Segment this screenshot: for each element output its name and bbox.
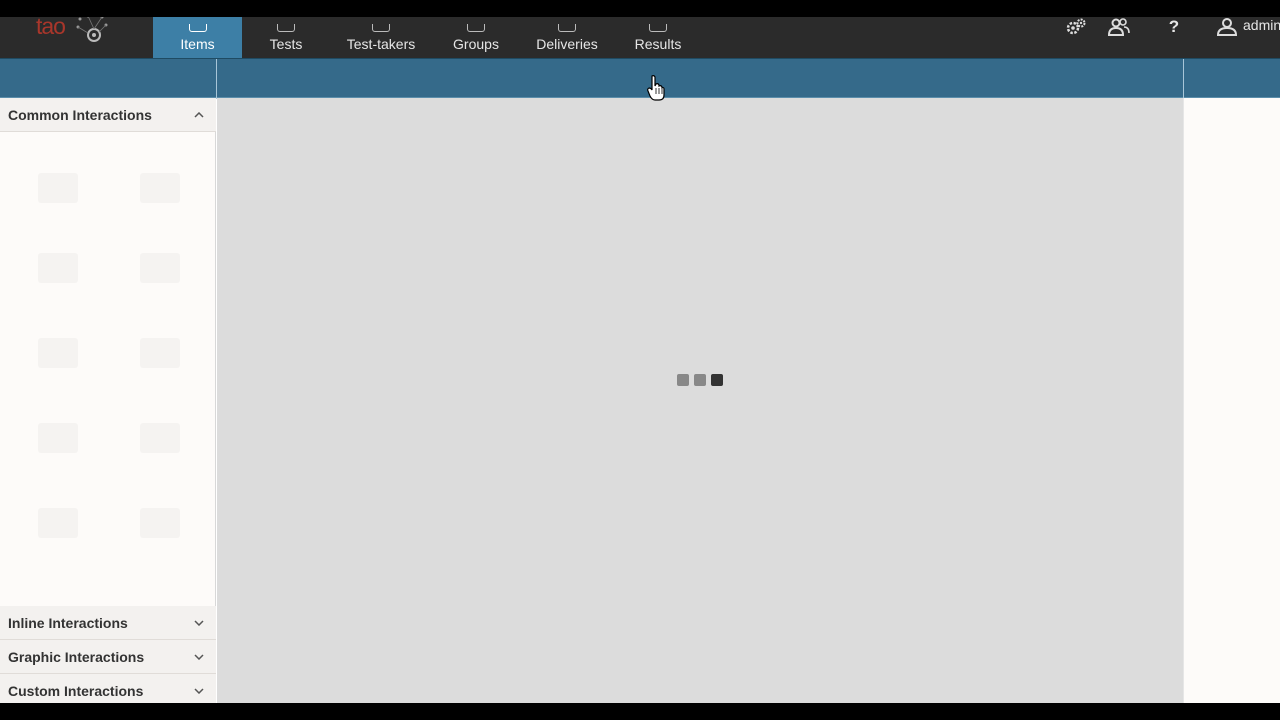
interaction-placeholder [140, 173, 180, 203]
app-window: tao Items Tests Test-takers Groups Deliv… [0, 17, 1280, 703]
chevron-down-icon [192, 650, 206, 664]
properties-panel [1183, 98, 1280, 703]
chevron-down-icon [192, 616, 206, 630]
chevron-up-icon [192, 108, 206, 122]
user-name-label[interactable]: admin [1243, 17, 1280, 33]
panel-inline-interactions[interactable]: Inline Interactions [0, 606, 216, 640]
panel-custom-interactions-label: Custom Interactions [8, 682, 144, 699]
help-button[interactable]: ? [1162, 17, 1186, 37]
interaction-placeholder [140, 253, 180, 283]
main-nav: Items Tests Test-takers Groups Deliverie… [153, 17, 702, 58]
panel-graphic-interactions-label: Graphic Interactions [8, 648, 145, 665]
nav-deliveries-label: Deliveries [536, 36, 598, 52]
panel-custom-interactions[interactable]: Custom Interactions [0, 674, 216, 703]
nav-deliveries[interactable]: Deliveries [520, 17, 614, 58]
items-icon [188, 24, 207, 32]
interaction-placeholder [38, 253, 78, 283]
interaction-placeholder [140, 423, 180, 453]
nav-test-takers-label: Test-takers [346, 36, 416, 52]
chevron-down-icon [192, 684, 206, 698]
nav-tests[interactable]: Tests [242, 17, 330, 58]
nav-tests-label: Tests [269, 36, 303, 52]
toolbar-divider-right [1183, 59, 1184, 99]
panel-common-interactions-label: Common Interactions [8, 106, 152, 123]
toolbar-divider-left [216, 59, 217, 99]
nav-results[interactable]: Results [614, 17, 702, 58]
interaction-placeholder [140, 338, 180, 368]
item-editor-toolbar [0, 58, 1280, 99]
nav-results-label: Results [634, 36, 682, 52]
loading-dot [694, 374, 706, 386]
panel-inline-interactions-label: Inline Interactions [8, 614, 128, 631]
interaction-placeholder [38, 338, 78, 368]
nav-items-label: Items [180, 36, 215, 52]
interactions-sidebar: Common Interactions Inline Interactions … [0, 98, 216, 703]
loading-dot [711, 374, 723, 386]
nav-items[interactable]: Items [153, 17, 242, 58]
panel-common-interactions[interactable]: Common Interactions [0, 98, 216, 132]
users-icon [1108, 18, 1130, 36]
interaction-placeholder [38, 173, 78, 203]
help-icon: ? [1168, 17, 1180, 36]
gears-icon [1066, 18, 1086, 35]
item-editor-canvas[interactable] [217, 98, 1183, 703]
interaction-placeholder [38, 508, 78, 538]
deliveries-icon [558, 24, 576, 32]
nav-groups[interactable]: Groups [432, 17, 520, 58]
loading-indicator [677, 374, 723, 386]
tao-logo[interactable]: tao [36, 17, 116, 47]
user-menu-button[interactable] [1215, 17, 1239, 37]
results-icon [649, 24, 667, 32]
loading-dot [677, 374, 689, 386]
panel-graphic-interactions[interactable]: Graphic Interactions [0, 640, 216, 674]
groups-icon [467, 24, 485, 32]
interaction-placeholder [38, 423, 78, 453]
interaction-placeholder [140, 508, 180, 538]
logo-network-icon [76, 17, 108, 42]
nav-test-takers[interactable]: Test-takers [330, 17, 432, 58]
user-icon [1216, 18, 1238, 36]
tests-icon [277, 24, 295, 32]
hand-cursor-icon [647, 75, 665, 101]
interaction-list-loading [0, 133, 216, 583]
users-button[interactable] [1107, 17, 1131, 37]
top-nav-bar: tao Items Tests Test-takers Groups Deliv… [0, 17, 1280, 58]
logo-text: tao [36, 17, 66, 39]
test-takers-icon [372, 24, 390, 32]
nav-groups-label: Groups [453, 36, 499, 52]
settings-button[interactable] [1064, 17, 1088, 37]
